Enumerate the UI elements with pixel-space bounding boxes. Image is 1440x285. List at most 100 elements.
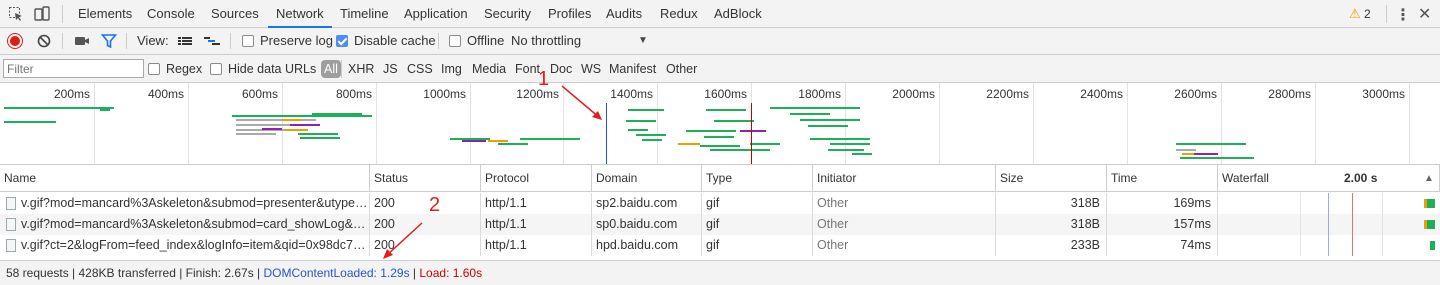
- initiator-value: Other: [817, 238, 849, 252]
- offline-label: Offline: [467, 33, 505, 48]
- column-header-protocol[interactable]: Protocol: [481, 165, 592, 192]
- file-icon: [6, 218, 16, 231]
- throttling-select[interactable]: No throttling ▼: [511, 28, 651, 54]
- column-header-time[interactable]: Time: [1107, 165, 1218, 192]
- tab-sources[interactable]: Sources: [203, 0, 267, 27]
- waterfall-dcl-line: [1328, 214, 1329, 235]
- type-filter-js[interactable]: JS: [383, 55, 398, 83]
- tab-security[interactable]: Security: [476, 0, 539, 27]
- overview-gridline: [1221, 83, 1222, 164]
- timeline-overview[interactable]: 200ms 400ms 600ms 800ms 1000ms 1200ms 1400ms 16…: [0, 83, 1440, 165]
- overview-request-bar: [678, 143, 700, 145]
- column-header-domain[interactable]: Domain: [592, 165, 702, 192]
- cell-status: 200: [370, 193, 481, 214]
- checkbox-box[interactable]: [148, 63, 160, 75]
- overview-request-bar: [100, 109, 110, 111]
- toolbar-divider: [62, 33, 63, 49]
- capture-screenshots-icon[interactable]: [74, 28, 90, 54]
- waterfall-bar: [1430, 241, 1435, 250]
- type-filter-doc[interactable]: Doc: [550, 55, 572, 83]
- throttling-value: No throttling: [511, 33, 582, 48]
- tab-adblock[interactable]: AdBlock: [706, 0, 770, 27]
- cell-name[interactable]: v.gif?ct=2&logFrom=feed_index&logInfo=it…: [0, 235, 370, 256]
- overview-request-bar: [1194, 153, 1218, 155]
- sort-ascending-icon[interactable]: ▲: [1424, 165, 1434, 192]
- type-filter-img[interactable]: Img: [441, 55, 462, 83]
- device-toolbar-icon[interactable]: [34, 6, 50, 25]
- overview-request-bar: [236, 133, 276, 135]
- cell-time: 169ms: [1107, 193, 1218, 214]
- tab-profiles[interactable]: Profiles: [540, 0, 599, 27]
- column-header-status[interactable]: Status: [370, 165, 481, 192]
- load-line: [751, 103, 752, 164]
- summary-text: 58 requests | 428KB transferred | Finish…: [6, 266, 264, 280]
- waterfall-scale-label: 2.00 s: [1344, 171, 1378, 185]
- cell-name[interactable]: v.gif?mod=mancard%3Askeleton&submod=card…: [0, 214, 370, 235]
- annotation-1: 1: [538, 68, 550, 90]
- overview-request-bar: [706, 109, 746, 111]
- table-row[interactable]: v.gif?mod=mancard%3Askeleton&submod=card…: [0, 214, 1440, 235]
- type-filter-ws[interactable]: WS: [581, 55, 601, 83]
- cell-name[interactable]: v.gif?mod=mancard%3Askeleton&submod=pres…: [0, 193, 370, 214]
- checkbox-box[interactable]: [210, 63, 222, 75]
- checkbox-box[interactable]: [242, 35, 254, 47]
- overview-gridline: [939, 83, 940, 164]
- column-header-name[interactable]: Name: [0, 165, 370, 192]
- cell-time: 74ms: [1107, 235, 1218, 256]
- large-rows-icon[interactable]: [177, 28, 193, 54]
- type-filter-manifest[interactable]: Manifest: [609, 55, 656, 83]
- filter-icon[interactable]: [100, 28, 118, 54]
- tab-console[interactable]: Console: [139, 0, 203, 27]
- column-header-initiator[interactable]: Initiator: [813, 165, 996, 192]
- overview-tick-label: 1800ms: [798, 87, 841, 101]
- warnings-indicator[interactable]: ⚠ 2: [1349, 6, 1371, 22]
- toolbar-divider: [230, 33, 231, 49]
- offline-checkbox[interactable]: Offline: [449, 28, 504, 54]
- type-filter-css[interactable]: CSS: [407, 55, 433, 83]
- overview-request-bar: [828, 149, 864, 151]
- filter-input[interactable]: [3, 59, 144, 78]
- cell-domain: sp0.baidu.com: [592, 214, 702, 235]
- type-filter-all[interactable]: All: [321, 60, 341, 78]
- overview-gridline: [94, 83, 95, 164]
- tab-network[interactable]: Network: [268, 0, 332, 28]
- preserve-log-checkbox[interactable]: Preserve log: [242, 28, 333, 54]
- cell-size: 318B: [996, 193, 1107, 214]
- inspect-element-icon[interactable]: [8, 6, 24, 25]
- column-header-type[interactable]: Type: [702, 165, 813, 192]
- disable-cache-checkbox[interactable]: Disable cache: [336, 28, 436, 54]
- overview-request-bar: [262, 128, 282, 130]
- tab-application[interactable]: Application: [396, 0, 476, 27]
- waterfall-bar-waiting: [1424, 220, 1427, 229]
- more-options-icon[interactable]: ⋮: [1395, 5, 1411, 25]
- tab-divider: [1386, 5, 1387, 23]
- type-filter-font[interactable]: Font: [515, 55, 540, 83]
- close-icon[interactable]: ✕: [1418, 4, 1431, 24]
- tab-timeline[interactable]: Timeline: [332, 0, 397, 27]
- time-value: 169ms: [1173, 196, 1211, 210]
- type-filter-xhr[interactable]: XHR: [348, 55, 374, 83]
- column-header-waterfall[interactable]: Waterfall: [1218, 165, 1440, 192]
- tab-redux[interactable]: Redux: [652, 0, 706, 27]
- table-row[interactable]: v.gif?ct=2&logFrom=feed_index&logInfo=it…: [0, 235, 1440, 256]
- checkbox-box[interactable]: [336, 35, 348, 47]
- disable-cache-label: Disable cache: [354, 33, 436, 48]
- table-row[interactable]: v.gif?mod=mancard%3Askeleton&submod=pres…: [0, 193, 1440, 214]
- record-icon[interactable]: [8, 34, 22, 48]
- overview-request-bar: [236, 119, 316, 121]
- overview-request-bar: [770, 107, 860, 109]
- file-icon: [6, 197, 16, 210]
- clear-icon[interactable]: [37, 28, 51, 54]
- type-filter-other[interactable]: Other: [666, 55, 697, 83]
- overview-tick-label: 3000ms: [1362, 87, 1405, 101]
- overview-request-bar: [704, 136, 734, 138]
- hide-data-urls-checkbox[interactable]: Hide data URLs: [210, 55, 316, 83]
- cell-protocol: http/1.1: [481, 214, 592, 235]
- column-header-size[interactable]: Size: [996, 165, 1107, 192]
- tab-elements[interactable]: Elements: [70, 0, 140, 27]
- type-filter-media[interactable]: Media: [472, 55, 506, 83]
- regex-checkbox[interactable]: Regex: [148, 55, 202, 83]
- overview-icon[interactable]: [203, 28, 221, 54]
- tab-audits[interactable]: Audits: [598, 0, 650, 27]
- checkbox-box[interactable]: [449, 35, 461, 47]
